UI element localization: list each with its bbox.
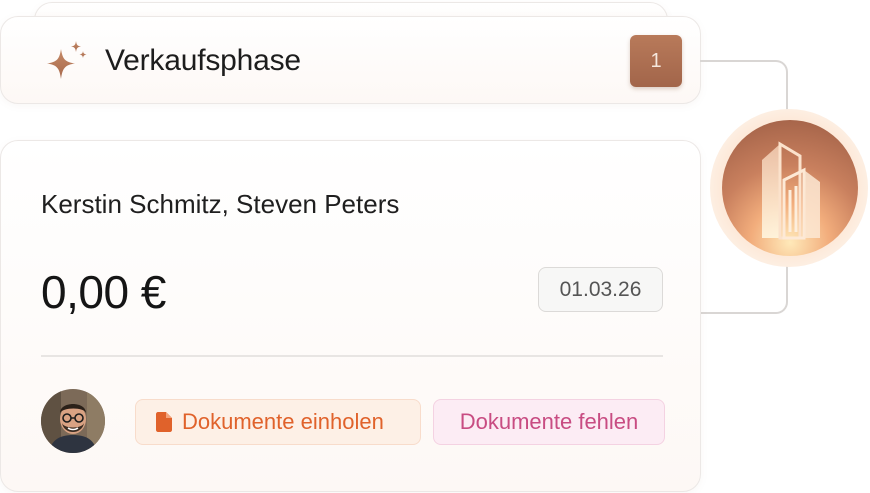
sparkle-icon xyxy=(47,41,87,79)
tag-documents-missing[interactable]: Dokumente fehlen xyxy=(433,399,665,445)
divider xyxy=(41,355,663,357)
tag-collect-documents-label: Dokumente einholen xyxy=(182,409,384,434)
date-chip: 01.03.26 xyxy=(538,267,663,312)
avatar-photo xyxy=(41,389,105,453)
document-icon xyxy=(156,412,172,432)
deal-amount: 0,00 € xyxy=(41,266,166,318)
tag-collect-documents[interactable]: Dokumente einholen xyxy=(135,399,421,445)
stage-title: Verkaufsphase xyxy=(105,44,301,77)
deal-card[interactable]: Kerstin Schmitz, Steven Peters 0,00 € 01… xyxy=(0,140,701,492)
stage-count-badge: 1 xyxy=(630,35,682,87)
building-icon xyxy=(762,141,820,240)
tag-documents-missing-label: Dokumente fehlen xyxy=(459,409,639,434)
avatar[interactable] xyxy=(41,389,105,453)
stage-card[interactable]: Verkaufsphase 1 xyxy=(0,16,701,104)
customer-names: Kerstin Schmitz, Steven Peters xyxy=(41,189,400,219)
building-badge xyxy=(722,120,858,256)
